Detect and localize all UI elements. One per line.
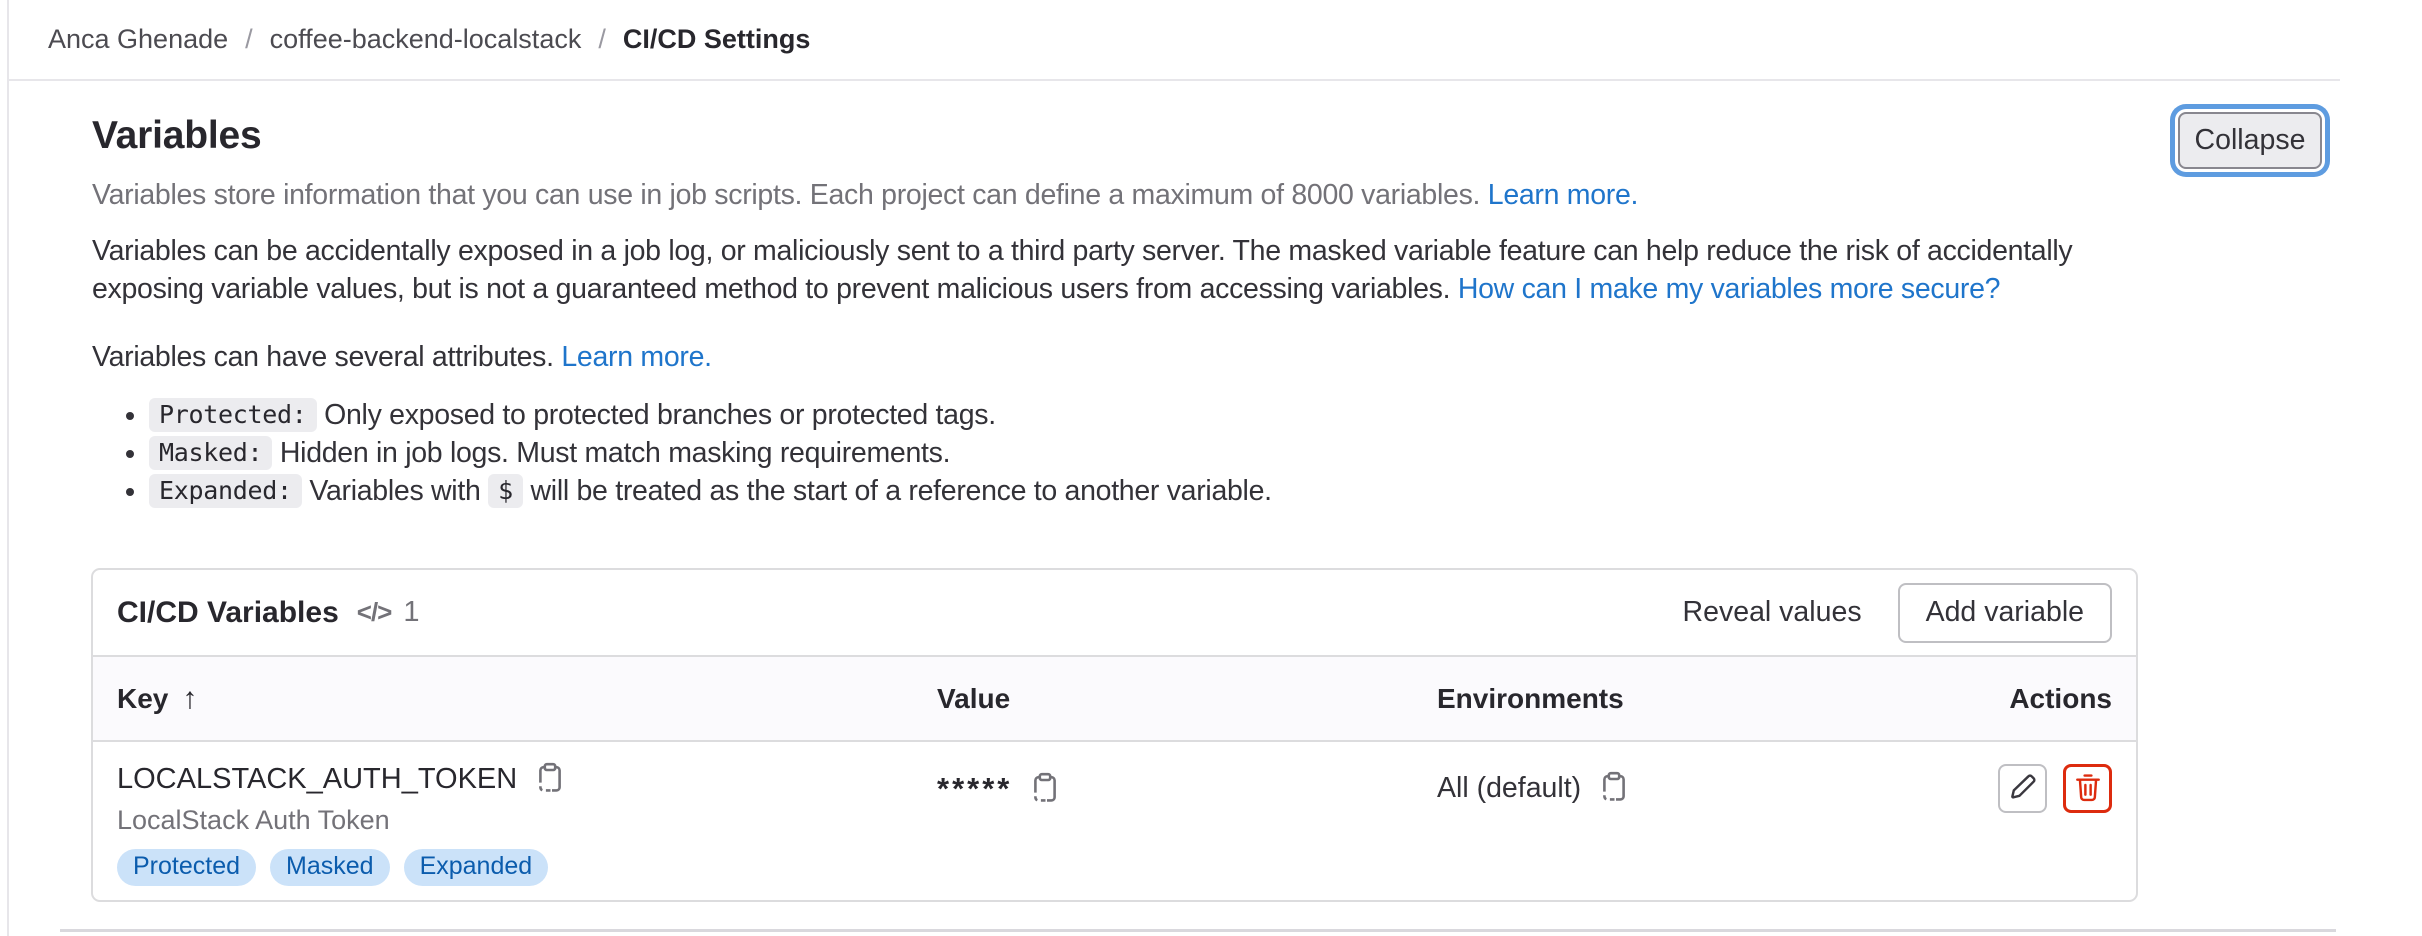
protected-code-chip: Protected: (149, 398, 317, 432)
value-cell: ***** (937, 762, 1437, 807)
attributes-list: Protected: Only exposed to protected bra… (92, 396, 2140, 510)
gitlab-cicd-settings-page: Anca Ghenade / coffee-backend-localstack… (0, 0, 2422, 936)
variable-count: 1 (403, 596, 419, 629)
column-header-actions: Actions (2009, 683, 2112, 715)
clipboard-copy-icon (1598, 771, 1630, 806)
attributes-learn-more-link[interactable]: Learn more. (561, 341, 711, 373)
copy-value-button[interactable] (1028, 772, 1062, 806)
cicd-variables-card: CI/CD Variables </> 1 Reveal values Add … (91, 568, 2138, 902)
expanded-code-chip: Expanded: (149, 474, 302, 508)
card-header: CI/CD Variables </> 1 Reveal values Add … (93, 570, 2136, 655)
key-cell: LOCALSTACK_AUTH_TOKEN LocalStack Auth (117, 762, 937, 886)
column-header-value: Value (937, 683, 1437, 715)
edit-variable-button[interactable] (1998, 764, 2047, 813)
clipboard-copy-icon (534, 762, 566, 797)
masked-badge: Masked (270, 849, 390, 886)
breadcrumb: Anca Ghenade / coffee-backend-localstack… (9, 0, 2340, 81)
add-variable-button[interactable]: Add variable (1898, 583, 2112, 643)
pencil-icon (2008, 772, 2038, 805)
protected-description: Only exposed to protected branches or pr… (324, 399, 996, 431)
list-item-protected: Protected: Only exposed to protected bra… (149, 396, 2140, 434)
copy-environments-button[interactable] (1597, 771, 1631, 805)
actions-cell (1998, 762, 2112, 813)
warning-paragraph: Variables can be accidentally exposed in… (92, 232, 2140, 308)
list-item-expanded: Expanded: Variables with $ will be treat… (149, 472, 2140, 510)
breadcrumb-current-page: CI/CD Settings (623, 24, 811, 55)
page-title: Variables (92, 112, 2140, 160)
dollar-code-chip: $ (488, 474, 523, 508)
breadcrumb-link-user[interactable]: Anca Ghenade (48, 24, 228, 55)
collapse-button[interactable]: Collapse (2178, 112, 2322, 169)
intro-paragraph: Variables store information that you can… (92, 176, 2140, 214)
sort-ascending-icon: ↑ (182, 682, 197, 716)
environments-cell: All (default) (1437, 762, 1998, 805)
reveal-values-button[interactable]: Reveal values (1683, 596, 1862, 629)
masked-value: ***** (937, 771, 1012, 807)
protected-badge: Protected (117, 849, 256, 886)
variable-key: LOCALSTACK_AUTH_TOKEN (117, 763, 517, 796)
table-header-row: Key ↑ Value Environments Actions (93, 655, 2136, 742)
learn-more-link[interactable]: Learn more. (1488, 179, 1638, 211)
expanded-description-after: will be treated as the start of a refere… (531, 475, 1272, 507)
delete-variable-button[interactable] (2063, 764, 2112, 813)
attributes-text: Variables can have several attributes. (92, 341, 561, 373)
column-header-key[interactable]: Key ↑ (117, 682, 937, 716)
breadcrumb-link-project[interactable]: coffee-backend-localstack (270, 24, 582, 55)
column-header-environments: Environments (1437, 683, 2009, 715)
expanded-description-before: Variables with (309, 475, 480, 507)
badges: Protected Masked Expanded (117, 849, 937, 886)
breadcrumb-separator: / (245, 24, 253, 55)
masked-code-chip: Masked: (149, 436, 272, 470)
masked-description: Hidden in job logs. Must match masking r… (280, 437, 950, 469)
code-icon: </> (357, 597, 392, 628)
variable-description: LocalStack Auth Token (117, 805, 937, 836)
clipboard-copy-icon (1029, 772, 1061, 807)
intro-text: Variables store information that you can… (92, 179, 1488, 211)
trash-icon (2073, 772, 2103, 805)
table-row: LOCALSTACK_AUTH_TOKEN LocalStack Auth (93, 742, 2136, 902)
environments-value: All (default) (1437, 772, 1581, 805)
section-divider (60, 929, 2336, 932)
sidebar-edge-divider (7, 0, 9, 936)
card-title: CI/CD Variables (117, 596, 339, 630)
list-item-masked: Masked: Hidden in job logs. Must match m… (149, 434, 2140, 472)
variables-section: Variables Variables store information th… (92, 82, 2140, 510)
copy-key-button[interactable] (533, 762, 567, 796)
breadcrumb-separator: / (598, 24, 606, 55)
expanded-badge: Expanded (404, 849, 549, 886)
secure-variables-link[interactable]: How can I make my variables more secure? (1458, 273, 2000, 305)
attributes-paragraph: Variables can have several attributes. L… (92, 338, 2140, 376)
key-header-label: Key (117, 683, 168, 715)
